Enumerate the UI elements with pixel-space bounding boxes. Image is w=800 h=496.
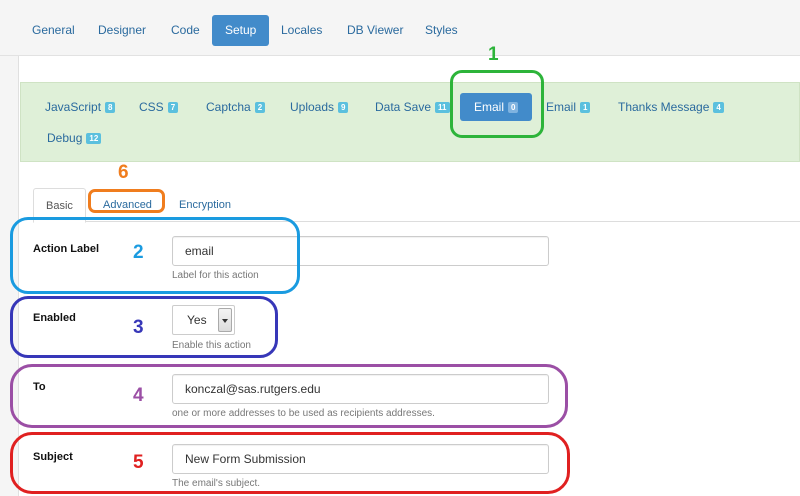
count-badge: 8 bbox=[105, 102, 116, 113]
action-tab-label: Debug bbox=[47, 131, 83, 145]
tab-designer[interactable]: Designer bbox=[85, 15, 159, 46]
action-tab-label: Data Save bbox=[375, 100, 432, 114]
action-tab-javascript[interactable]: JavaScript 8 bbox=[45, 93, 116, 121]
action-tab-thanks-message[interactable]: Thanks Message 4 bbox=[618, 93, 724, 121]
action-tab-css[interactable]: CSS 7 bbox=[139, 93, 179, 121]
tab-general[interactable]: General bbox=[19, 15, 88, 46]
annotation-outline-3 bbox=[10, 296, 278, 358]
annotation-outline-1 bbox=[450, 70, 544, 138]
action-tab-label: JavaScript bbox=[45, 100, 102, 114]
tab-styles[interactable]: Styles bbox=[412, 15, 471, 46]
top-nav: General Designer Code Setup Locales DB V… bbox=[0, 0, 800, 56]
annotation-outline-4 bbox=[10, 364, 568, 428]
annotation-outline-2 bbox=[10, 217, 300, 294]
annotation-outline-6 bbox=[88, 189, 165, 213]
action-tab-label: Thanks Message bbox=[618, 100, 710, 114]
annotation-number-5: 5 bbox=[133, 452, 144, 473]
annotation-number-1: 1 bbox=[488, 44, 499, 65]
count-badge: 4 bbox=[713, 102, 724, 113]
action-tab-data-save[interactable]: Data Save 11 bbox=[375, 93, 450, 121]
action-tab-email[interactable]: Email 1 bbox=[546, 93, 591, 121]
tab-code[interactable]: Code bbox=[158, 15, 213, 46]
action-tab-label: Email bbox=[546, 100, 577, 114]
annotation-number-3: 3 bbox=[133, 317, 144, 338]
action-tab-label: CSS bbox=[139, 100, 164, 114]
annotation-number-4: 4 bbox=[133, 385, 144, 406]
annotation-outline-5 bbox=[10, 432, 570, 494]
annotation-number-6: 6 bbox=[118, 162, 129, 183]
action-tab-label: Uploads bbox=[290, 100, 335, 114]
count-badge: 9 bbox=[338, 102, 349, 113]
action-tab-label: Captcha bbox=[206, 100, 251, 114]
tab-locales[interactable]: Locales bbox=[268, 15, 335, 46]
count-badge: 12 bbox=[86, 133, 102, 144]
action-tab-debug[interactable]: Debug 12 bbox=[47, 124, 102, 152]
tab-db-viewer[interactable]: DB Viewer bbox=[334, 15, 416, 46]
count-badge: 2 bbox=[254, 102, 266, 113]
count-badge: 11 bbox=[435, 102, 450, 113]
annotation-number-2: 2 bbox=[133, 242, 144, 263]
count-badge: 1 bbox=[580, 102, 591, 113]
count-badge: 7 bbox=[167, 102, 179, 113]
tab-setup[interactable]: Setup bbox=[212, 15, 270, 46]
action-tab-captcha[interactable]: Captcha 2 bbox=[206, 93, 266, 121]
action-tab-uploads[interactable]: Uploads 9 bbox=[290, 93, 349, 121]
